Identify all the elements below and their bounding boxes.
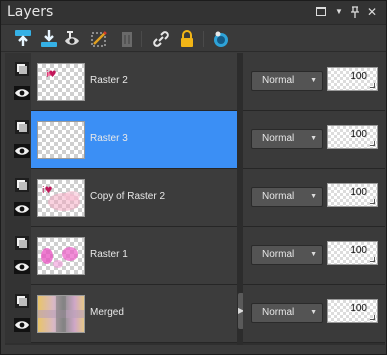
link-icon[interactable]	[151, 29, 171, 49]
layer-name: Raster 1	[90, 249, 128, 260]
blend-mode-dropdown[interactable]: Normal ▼	[251, 187, 323, 207]
chevron-down-icon: ▼	[310, 309, 317, 316]
layer-thumbnail	[37, 121, 85, 159]
opacity-value: 100	[350, 71, 367, 82]
layer-thumbnail	[37, 237, 85, 275]
chevron-down-icon: ▼	[310, 251, 317, 258]
opacity-field[interactable]: 100	[327, 299, 378, 323]
toolbar-separator	[141, 31, 142, 47]
layer-properties-row: Normal ▼ 100	[243, 227, 385, 285]
opacity-field[interactable]: 100	[327, 183, 378, 207]
blend-mode-dropdown[interactable]: Normal ▼	[251, 303, 323, 323]
panel-titlebar[interactable]: Layers ▼ ✕	[1, 1, 386, 25]
edit-selection-icon[interactable]	[89, 29, 109, 49]
blend-mode-dropdown[interactable]: Normal ▼	[251, 245, 323, 265]
eye-icon[interactable]	[14, 259, 30, 275]
layer-properties-row: Normal ▼ 100	[243, 111, 385, 169]
raster-layer-icon	[14, 235, 30, 251]
opacity-field[interactable]: 100	[327, 241, 378, 265]
layer-row-raster-3[interactable]: Raster 3	[5, 111, 237, 169]
raster-layer-icon	[14, 293, 30, 309]
opacity-value: 100	[350, 245, 367, 256]
raster-layer-icon	[14, 177, 30, 193]
menu-dropdown-icon[interactable]: ▼	[333, 6, 345, 18]
blend-mode-value: Normal	[262, 249, 295, 260]
resize-grip-icon	[370, 315, 375, 320]
resize-grip-icon	[370, 141, 375, 146]
eye-icon[interactable]	[14, 201, 30, 217]
layer-name: Merged	[90, 307, 124, 318]
merge-down-icon[interactable]	[39, 29, 59, 49]
opacity-field[interactable]: 100	[327, 125, 378, 149]
blend-mode-dropdown[interactable]: Normal ▼	[251, 71, 323, 91]
layer-styles-icon[interactable]	[211, 29, 231, 49]
indicator-column	[5, 169, 31, 227]
blend-mode-value: Normal	[262, 191, 295, 202]
blend-mode-value: Normal	[262, 133, 295, 144]
lock-icon[interactable]	[177, 29, 197, 49]
layer-row-copy-of-raster-2[interactable]: i♥ Copy of Raster 2	[5, 169, 237, 227]
layer-name: Raster 3	[90, 133, 128, 144]
layer-thumbnail	[37, 295, 85, 333]
indicator-column	[5, 285, 31, 343]
new-layer-icon[interactable]	[13, 29, 33, 49]
layer-name: Copy of Raster 2	[90, 191, 166, 202]
opacity-value: 100	[350, 303, 367, 314]
blend-mode-dropdown[interactable]: Normal ▼	[251, 129, 323, 149]
delete-layer-icon[interactable]	[117, 29, 137, 49]
restore-icon[interactable]	[315, 6, 327, 18]
eye-icon[interactable]	[14, 143, 30, 159]
close-icon[interactable]: ✕	[366, 6, 378, 18]
chevron-down-icon: ▼	[310, 193, 317, 200]
blend-mode-value: Normal	[262, 307, 295, 318]
raster-layer-icon	[14, 61, 30, 77]
layer-row-merged[interactable]: Merged	[5, 285, 237, 343]
resize-grip-icon	[370, 257, 375, 262]
visibility-toggle-icon[interactable]	[63, 29, 83, 49]
indicator-column	[5, 53, 31, 111]
layers-toolbar	[1, 26, 386, 52]
resize-grip-icon	[370, 83, 375, 88]
resize-grip-icon	[370, 199, 375, 204]
chevron-down-icon: ▼	[310, 135, 317, 142]
panel-title: Layers	[7, 4, 54, 20]
layer-row-raster-1[interactable]: Raster 1	[5, 227, 237, 285]
indicator-column	[5, 227, 31, 285]
layer-row-raster-2[interactable]: i♥ Raster 2	[5, 53, 237, 111]
layer-properties-row: Normal ▼ 100	[243, 53, 385, 111]
opacity-field[interactable]: 100	[327, 67, 378, 91]
layer-properties-row: Normal ▼ 100	[243, 169, 385, 227]
svg-text:i♥: i♥	[42, 186, 53, 196]
eye-icon[interactable]	[14, 317, 30, 333]
layer-thumbnail: i♥	[37, 179, 85, 217]
opacity-value: 100	[350, 129, 367, 140]
toolbar-separator	[203, 31, 204, 47]
layers-panel: Layers ▼ ✕ i♥ Raster 2 Raster 3 i♥ Copy …	[0, 0, 387, 355]
pin-icon[interactable]	[349, 6, 361, 18]
indicator-column	[5, 111, 31, 169]
layer-list: i♥ Raster 2 Raster 3 i♥ Copy of Raster 2…	[5, 53, 385, 345]
opacity-value: 100	[350, 187, 367, 198]
raster-layer-icon	[14, 119, 30, 135]
eye-icon[interactable]	[14, 85, 30, 101]
layer-thumbnail: i♥	[37, 63, 85, 101]
chevron-down-icon: ▼	[310, 77, 317, 84]
layer-properties-row: Normal ▼ 100	[243, 285, 385, 343]
layer-name: Raster 2	[90, 75, 128, 86]
blend-mode-value: Normal	[262, 75, 295, 86]
